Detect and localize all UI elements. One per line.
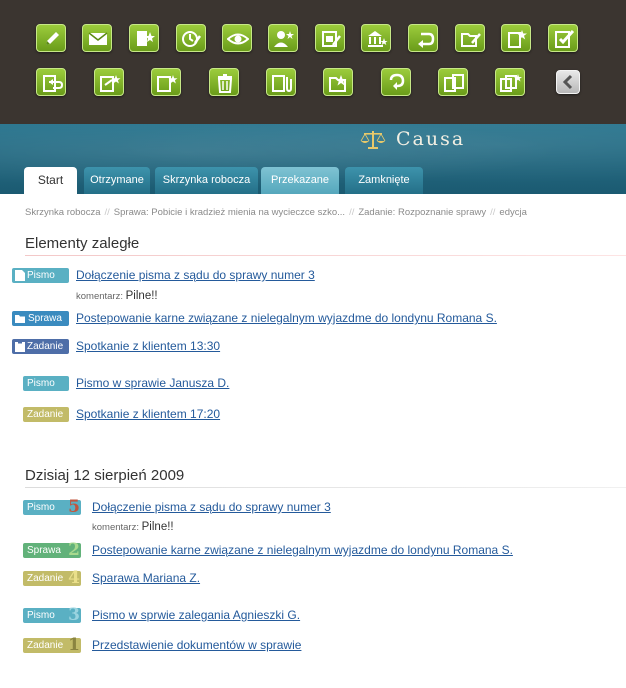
breadcrumb-item[interactable]: Skrzynka robocza bbox=[25, 207, 101, 218]
badge-sprawa: Sprawa 2 bbox=[23, 540, 81, 560]
main-tabs: Start Otrzymane Skrzynka robocza Przekaz… bbox=[0, 167, 626, 194]
clipboard-icon bbox=[15, 341, 25, 352]
breadcrumb-item[interactable]: Zadanie: Rozpoznanie sprawy bbox=[358, 207, 486, 218]
item-comment: komentarz: Pilne!! bbox=[76, 290, 158, 302]
priority-number: 4 bbox=[68, 568, 80, 588]
overdue-divider bbox=[25, 255, 626, 256]
list-item-link[interactable]: Przedstawienie dokumentów w sprawie bbox=[92, 638, 301, 652]
collapse-left-icon[interactable] bbox=[556, 70, 580, 94]
documents-star-icon[interactable] bbox=[495, 68, 525, 96]
document-return-icon[interactable] bbox=[36, 68, 66, 96]
document-star-icon[interactable] bbox=[501, 24, 531, 52]
overdue-section-title: Elementy zaległe bbox=[25, 235, 140, 252]
bank-star-icon[interactable] bbox=[361, 24, 391, 52]
breadcrumb: Skrzynka robocza//Sprawa: Pobicie i krad… bbox=[25, 207, 527, 218]
list-item-link[interactable]: Postepowanie karne związane z nielegalny… bbox=[76, 311, 497, 325]
badge-pismo: Pismo bbox=[12, 268, 69, 283]
list-item-link[interactable]: Spotkanie z klientem 17:20 bbox=[76, 407, 220, 421]
badge-pismo: Pismo 3 bbox=[23, 605, 81, 625]
list-item-link[interactable]: Sparawa Mariana Z. bbox=[92, 571, 200, 585]
document-star-icon[interactable] bbox=[129, 24, 159, 52]
badge-pismo: Pismo 5 bbox=[23, 497, 81, 517]
badge-sprawa: Sprawa bbox=[12, 311, 69, 326]
priority-number: 3 bbox=[68, 605, 80, 625]
tab-przekazane[interactable]: Przekazane bbox=[261, 167, 339, 194]
scales-icon bbox=[360, 131, 386, 149]
list-item-link[interactable]: Postepowanie karne związane z nielegalny… bbox=[92, 543, 513, 557]
folder-edit-icon[interactable] bbox=[455, 24, 485, 52]
eye-icon[interactable] bbox=[222, 24, 252, 52]
toolbar bbox=[0, 0, 626, 124]
breadcrumb-item[interactable]: edycja bbox=[499, 207, 526, 218]
user-star-icon[interactable] bbox=[268, 24, 298, 52]
redo-icon[interactable] bbox=[381, 68, 411, 96]
breadcrumb-item[interactable]: Sprawa: Pobicie i kradzież mienia na wyc… bbox=[114, 207, 345, 218]
undo-icon[interactable] bbox=[408, 24, 438, 52]
toolbar-row-1 bbox=[0, 24, 626, 52]
list-item-link[interactable]: Dołączenie pisma z sądu do sprawy numer … bbox=[92, 500, 331, 514]
today-divider bbox=[25, 487, 626, 488]
priority-number: 1 bbox=[68, 635, 80, 655]
documents-icon[interactable] bbox=[438, 68, 468, 96]
trash-icon[interactable] bbox=[209, 68, 239, 96]
badge-zadanie: Zadanie bbox=[12, 339, 69, 354]
app-logo: Causa bbox=[360, 128, 480, 154]
list-item-link[interactable]: Spotkanie z klientem 13:30 bbox=[76, 339, 220, 353]
badge-pismo: Pismo bbox=[23, 376, 69, 391]
mail-icon[interactable] bbox=[82, 24, 112, 52]
folder-star-icon[interactable] bbox=[323, 68, 353, 96]
tab-start[interactable]: Start bbox=[24, 167, 77, 194]
app-header: Causa Start Otrzymane Skrzynka robocza P… bbox=[0, 124, 626, 194]
item-comment: komentarz: Pilne!! bbox=[92, 521, 174, 533]
list-item-link[interactable]: Pismo w sprwie zalegania Agnieszki G. bbox=[92, 608, 300, 622]
document-star-icon[interactable] bbox=[151, 68, 181, 96]
paperclip-icon[interactable] bbox=[266, 68, 296, 96]
document-icon bbox=[15, 270, 25, 281]
badge-zadanie: Zadanie 1 bbox=[23, 635, 81, 655]
calendar-edit-icon[interactable] bbox=[315, 24, 345, 52]
priority-number: 2 bbox=[68, 540, 80, 560]
list-item-link[interactable]: Dołączenie pisma z sądu do sprawy numer … bbox=[76, 268, 315, 282]
tab-otrzymane[interactable]: Otrzymane bbox=[84, 167, 150, 194]
tab-zamkniete[interactable]: Zamknięte bbox=[345, 167, 423, 194]
folder-icon bbox=[15, 315, 25, 323]
badge-zadanie: Zadanie 4 bbox=[23, 568, 81, 588]
list-item-link[interactable]: Pismo w sprawie Janusza D. bbox=[76, 376, 229, 390]
app-name: Causa bbox=[396, 128, 466, 150]
tab-skrzynka-robocza[interactable]: Skrzynka robocza bbox=[155, 167, 258, 194]
document-star-icon[interactable] bbox=[94, 68, 124, 96]
badge-zadanie: Zadanie bbox=[23, 407, 69, 422]
toolbar-row-2 bbox=[0, 68, 626, 96]
edit-icon[interactable] bbox=[36, 24, 66, 52]
today-section-title: Dzisiaj 12 sierpień 2009 bbox=[25, 467, 185, 484]
document-check-icon[interactable] bbox=[548, 24, 578, 52]
clipboard-edit-icon[interactable] bbox=[176, 24, 206, 52]
priority-number: 5 bbox=[68, 497, 80, 517]
